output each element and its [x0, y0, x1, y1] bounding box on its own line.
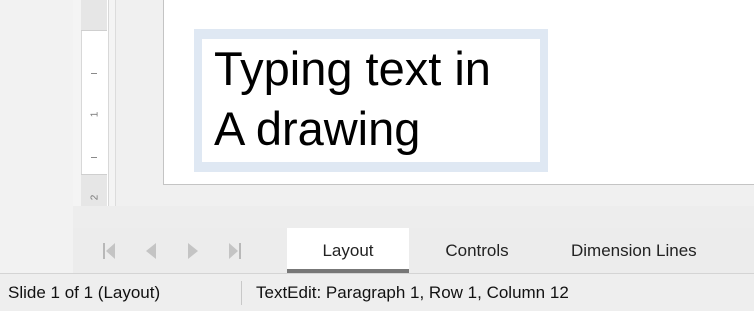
- tab-layout[interactable]: Layout: [287, 228, 409, 273]
- tab-label: Dimension Lines: [571, 240, 697, 260]
- layer-tab-bar: Layout Controls Dimension Lines: [73, 228, 754, 273]
- draw-window: 1 2 Typing text in A drawing Layout Cont…: [0, 0, 754, 311]
- status-slide-info[interactable]: Slide 1 of 1 (Layout): [8, 274, 160, 311]
- status-separator: [241, 281, 242, 305]
- tab-label: Controls: [445, 240, 509, 260]
- ruler-tick: [91, 73, 97, 74]
- status-bar: Slide 1 of 1 (Layout) TextEdit: Paragrap…: [0, 273, 754, 311]
- previous-slide-icon[interactable]: [139, 238, 163, 264]
- next-slide-icon[interactable]: [181, 238, 205, 264]
- last-slide-icon[interactable]: [223, 238, 247, 264]
- status-edit-info: TextEdit: Paragraph 1, Row 1, Column 12: [256, 283, 569, 302]
- text-line-1[interactable]: Typing text in: [214, 44, 491, 94]
- ruler-top-margin: [81, 0, 107, 31]
- text-edit-box[interactable]: Typing text in A drawing: [194, 29, 548, 172]
- first-slide-icon[interactable]: [97, 238, 121, 264]
- text-edit-area[interactable]: Typing text in A drawing: [202, 39, 540, 162]
- ruler-tick: [91, 157, 97, 158]
- text-line-2[interactable]: A drawing: [214, 104, 420, 154]
- tab-controls[interactable]: Controls: [413, 228, 541, 273]
- tab-dimension-lines[interactable]: Dimension Lines: [551, 228, 754, 273]
- ruler-number-2: 2: [89, 194, 101, 201]
- tab-label: Layout: [322, 240, 374, 260]
- ruler-number-1: 1: [89, 111, 101, 118]
- horizontal-scrollbar[interactable]: [73, 206, 754, 228]
- vertical-ruler[interactable]: 1 2: [73, 0, 116, 207]
